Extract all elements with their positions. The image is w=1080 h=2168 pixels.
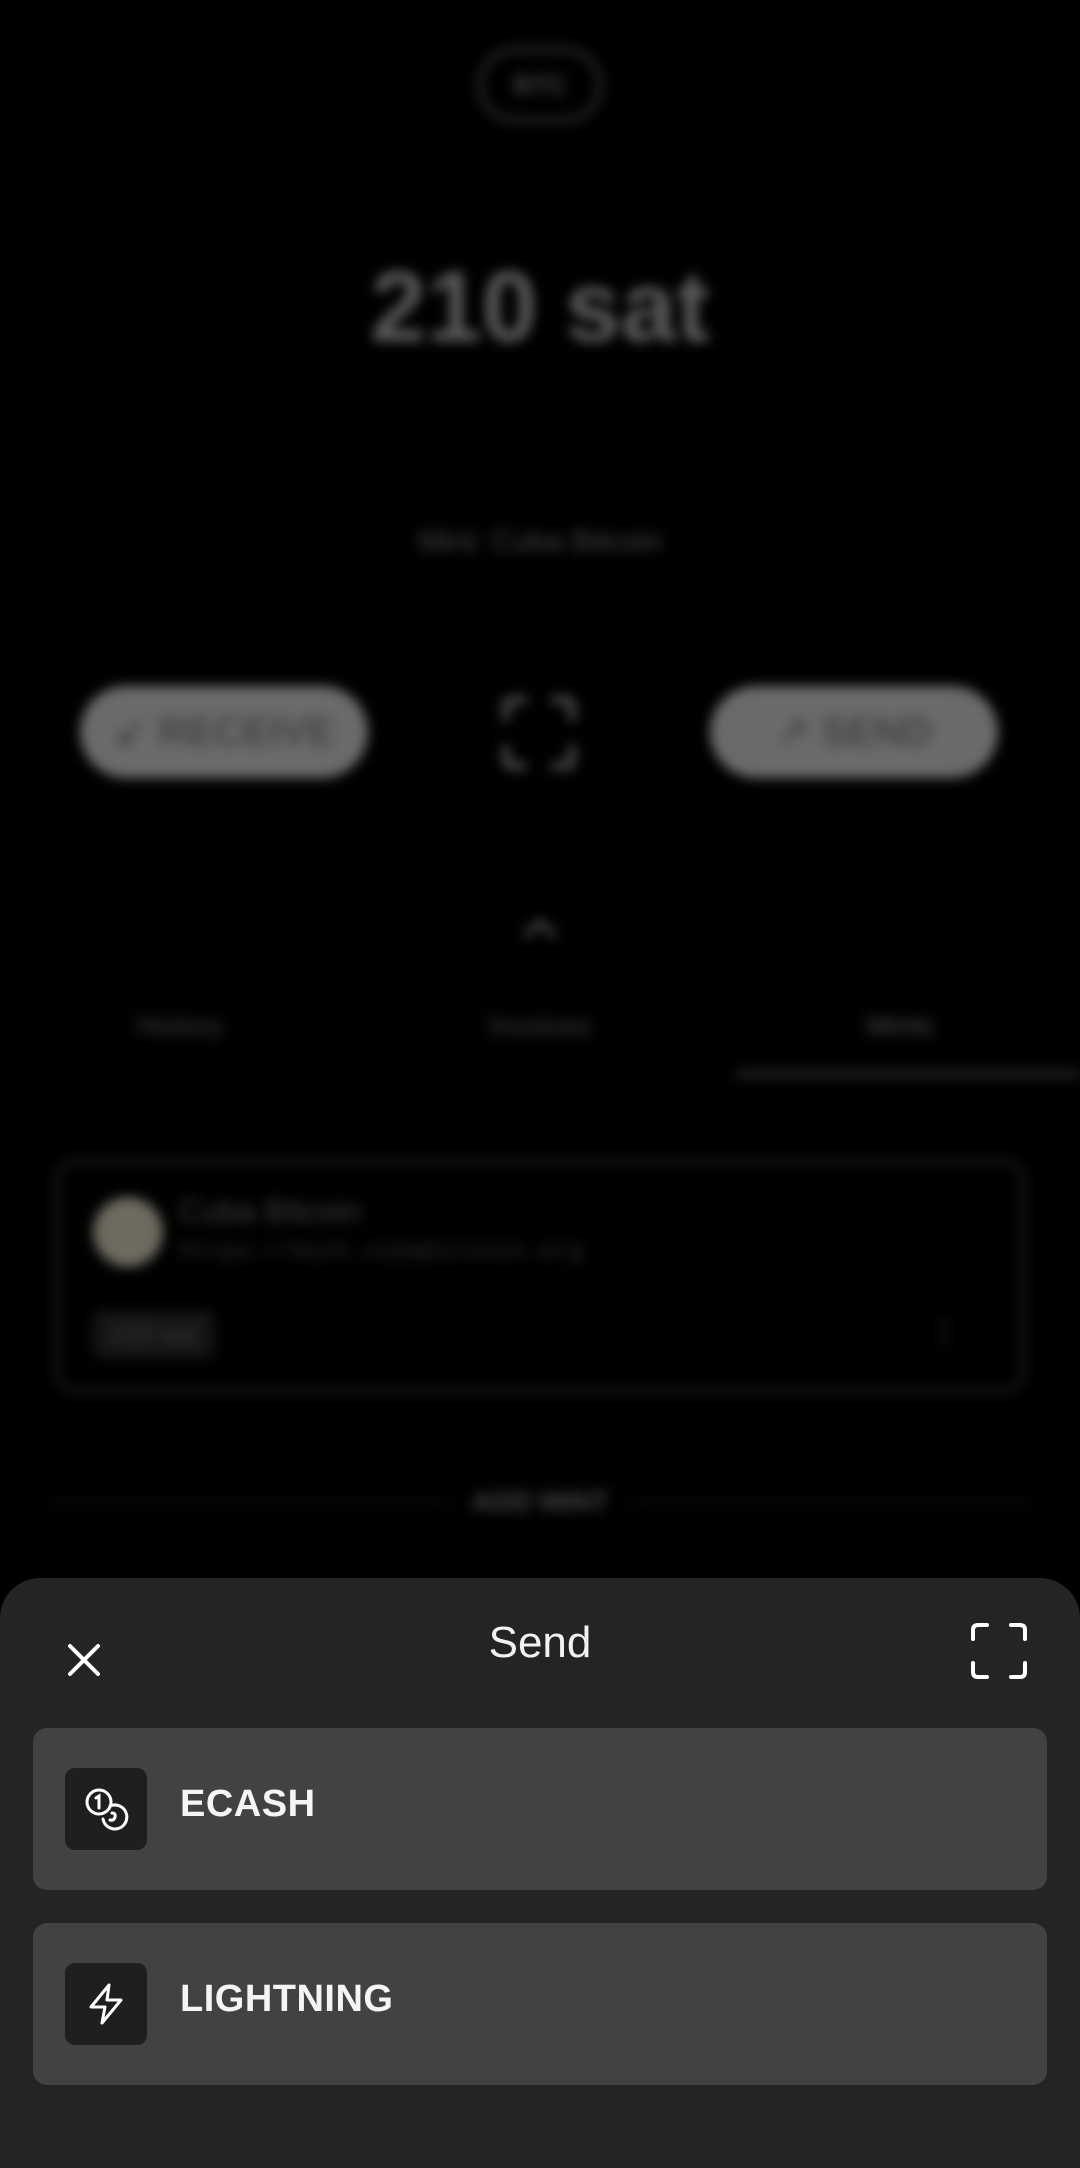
tab-invoices[interactable]: Invoices bbox=[360, 1010, 720, 1042]
send-bottom-sheet: Send ECASH LIGHTNING bbox=[0, 1578, 1080, 2168]
mint-avatar bbox=[93, 1197, 163, 1267]
mint-balance-badge: 210 sat bbox=[93, 1311, 215, 1358]
ecash-label: ECASH bbox=[180, 1783, 316, 1825]
active-tab-indicator bbox=[736, 1072, 1080, 1076]
lightning-icon bbox=[65, 1963, 147, 2045]
lightning-label: LIGHTNING bbox=[180, 1978, 394, 2020]
lightning-option[interactable]: LIGHTNING bbox=[33, 1923, 1047, 2085]
mint-name: Cuba Bitcoin bbox=[179, 1193, 361, 1229]
mint-url: https://mint.cubabitcoin.org bbox=[179, 1239, 583, 1266]
send-button[interactable]: ↗ SEND bbox=[710, 686, 998, 778]
more-vertical-icon[interactable]: ⋮ bbox=[927, 1313, 961, 1353]
balance-amount: 210 sat bbox=[370, 251, 710, 363]
tab-mints[interactable]: Mints bbox=[720, 1010, 1080, 1042]
unit-selector[interactable]: BTC bbox=[478, 48, 602, 122]
sheet-title: Send bbox=[488, 1618, 592, 1667]
scan-icon[interactable] bbox=[970, 1622, 1028, 1680]
coins-icon bbox=[65, 1768, 147, 1850]
ecash-option[interactable]: ECASH bbox=[33, 1728, 1047, 1890]
tab-history[interactable]: History bbox=[0, 1010, 360, 1042]
receive-button[interactable]: ↙ RECEIVE bbox=[80, 686, 368, 778]
scan-icon[interactable] bbox=[502, 696, 576, 770]
active-mint-label: Mint: Cuba Bitcoin bbox=[418, 525, 662, 558]
mint-card[interactable]: Cuba Bitcoin https://mint.cubabitcoin.or… bbox=[56, 1160, 1024, 1392]
chevron-up-icon[interactable] bbox=[523, 918, 557, 938]
add-mint-button[interactable]: ADD MINT bbox=[0, 1486, 1080, 1518]
